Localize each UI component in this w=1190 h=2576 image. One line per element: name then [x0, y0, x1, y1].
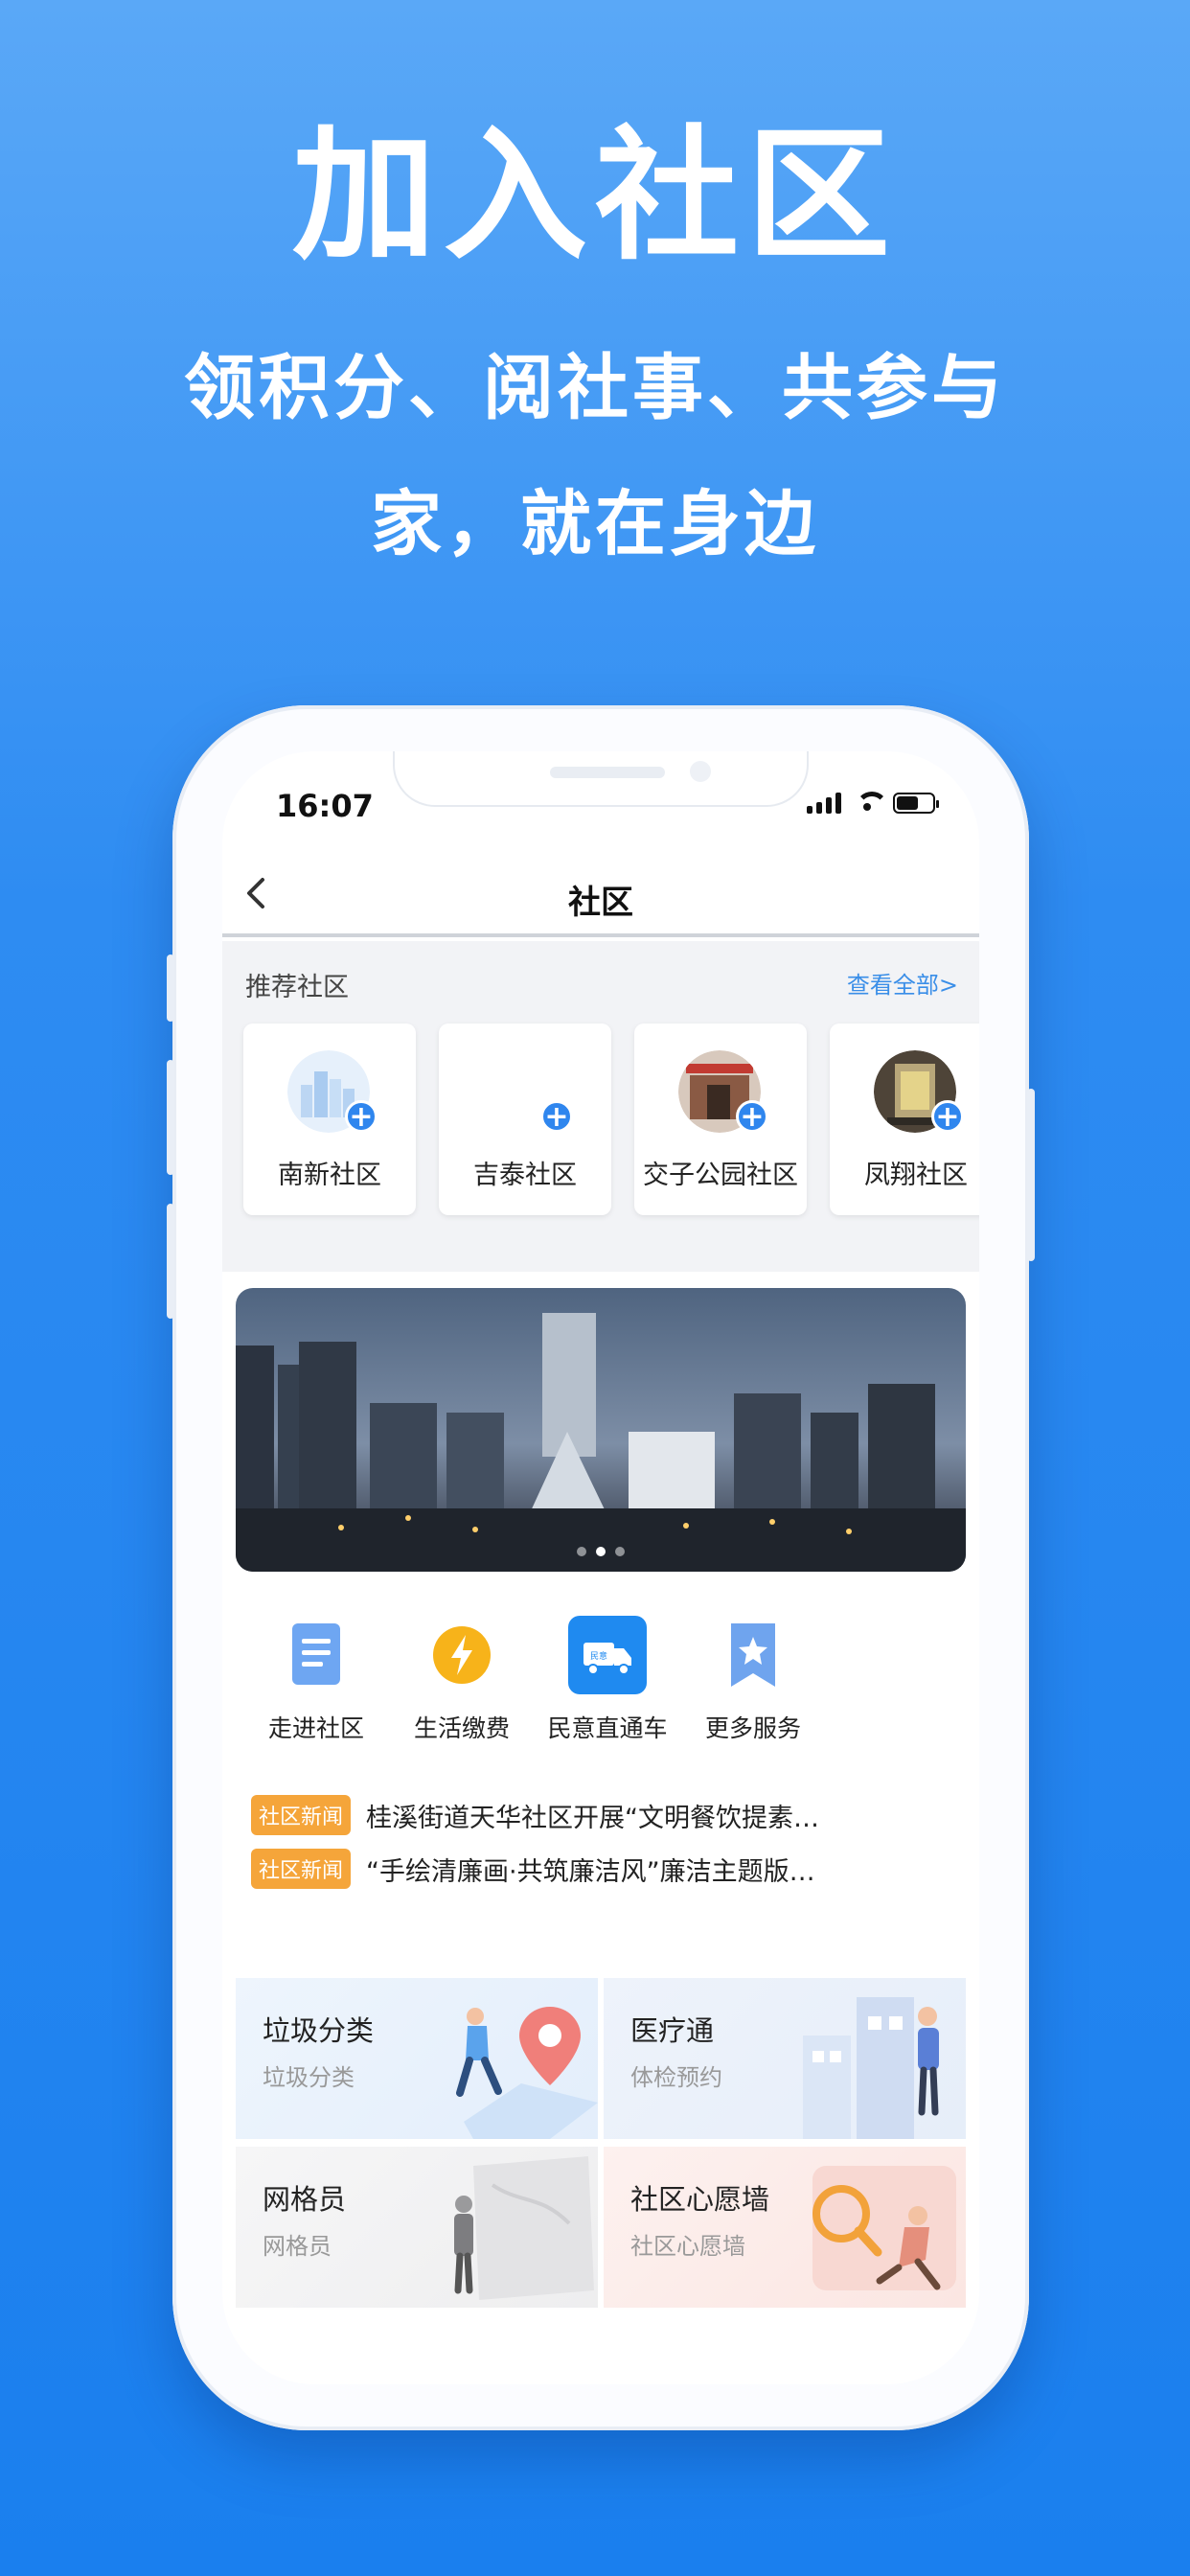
community-list: + 南新社区 + 吉泰社区 + 交子公园社区 + 凤翔社区 [243, 1024, 979, 1215]
tile-subtitle: 社区心愿墙 [630, 2233, 745, 2260]
phone-volume-up [167, 1060, 174, 1175]
service-label: 更多服务 [704, 1714, 801, 1742]
join-plus-icon[interactable]: + [540, 1100, 573, 1133]
section-heading: 推荐社区 [245, 973, 349, 1002]
grid-map-illustration [454, 2156, 594, 2300]
promo-subtitle-line2: 家，就在身边 [371, 483, 819, 565]
document-icon [275, 1614, 357, 1696]
join-plus-icon[interactable]: + [931, 1100, 964, 1133]
signal-icon [807, 793, 841, 814]
status-icons [807, 792, 939, 815]
star-bookmark-icon [712, 1614, 794, 1696]
service-walk-in-community[interactable]: 走进社区 [243, 1614, 389, 1744]
news-ticker: 社区新闻 桂溪街道天华社区开展“文明餐饮提素… 社区新闻 “手绘清廉画·共筑廉洁… [251, 1788, 950, 1896]
battery-icon [893, 793, 939, 814]
community-name: 吉泰社区 [473, 1161, 577, 1190]
phone-power-button [1027, 1089, 1035, 1261]
community-card[interactable]: + 南新社区 [243, 1024, 416, 1215]
city-skyline-image [236, 1288, 966, 1572]
feature-tiles: 垃圾分类 垃圾分类 医疗通 体检预约 网格员 网格员 社区心愿墙 社区心愿墙 [236, 1978, 966, 2308]
carousel-dot [615, 1547, 625, 1556]
tile-garbage-sorting[interactable]: 垃圾分类 垃圾分类 [236, 1978, 598, 2139]
tile-subtitle: 网格员 [263, 2233, 332, 2260]
truck-badge-text: 民意 [590, 1650, 607, 1662]
news-headline: “手绘清廉画·共筑廉洁风”廉洁主题版… [366, 1856, 815, 1887]
tile-medical[interactable]: 医疗通 体检预约 [604, 1978, 966, 2139]
wifi-icon [853, 792, 888, 815]
service-label: 生活缴费 [413, 1714, 510, 1742]
promo-title: 加入社区 [291, 113, 898, 280]
tile-title: 医疗通 [630, 2014, 715, 2047]
carousel-dot-active [596, 1547, 606, 1556]
phone-screen: 16:07 社区 推荐社区 查看全部> + 南新社区 + 吉泰社区 + 交子公园… [222, 751, 979, 2384]
status-time: 16:07 [276, 788, 374, 824]
carousel-indicator [236, 1547, 966, 1556]
page-title: 社区 [568, 884, 633, 922]
news-tag: 社区新闻 [251, 1795, 352, 1835]
community-card[interactable]: + 交子公园社区 [634, 1024, 807, 1215]
community-name: 南新社区 [278, 1161, 381, 1190]
nav-bar: 社区 [222, 857, 979, 937]
phone-volume-down [167, 1204, 174, 1319]
tile-subtitle: 体检预约 [630, 2064, 722, 2091]
phone-frame: 16:07 社区 推荐社区 查看全部> + 南新社区 + 吉泰社区 + 交子公园… [167, 705, 1035, 2430]
carousel-dot [577, 1547, 586, 1556]
front-camera [690, 761, 711, 782]
view-all-link[interactable]: 查看全部> [847, 966, 958, 1000]
hospital-illustration [803, 1997, 939, 2139]
service-grid: 走进社区 生活缴费 民意 民意直通车 更多服务 [243, 1614, 826, 1744]
magnifier-illustration [812, 2166, 956, 2290]
community-name: 交子公园社区 [643, 1161, 798, 1190]
tile-title: 垃圾分类 [263, 2014, 375, 2047]
news-tag: 社区新闻 [251, 1849, 352, 1889]
community-card[interactable]: + 凤翔社区 [830, 1024, 979, 1215]
map-pin-illustration [456, 2007, 598, 2139]
notch [393, 751, 809, 807]
community-card[interactable]: + 吉泰社区 [439, 1024, 611, 1215]
tile-title: 网格员 [263, 2183, 347, 2216]
service-utility-payment[interactable]: 生活缴费 [389, 1614, 535, 1744]
truck-icon: 民意 [566, 1614, 649, 1696]
join-plus-icon[interactable]: + [345, 1100, 378, 1133]
join-plus-icon[interactable]: + [736, 1100, 768, 1133]
status-bar: 16:07 [222, 751, 979, 857]
recommended-section: 推荐社区 查看全部> + 南新社区 + 吉泰社区 + 交子公园社区 + 凤翔社区 [222, 941, 979, 1272]
news-headline: 桂溪街道天华社区开展“文明餐饮提素… [366, 1803, 820, 1833]
tile-subtitle: 垃圾分类 [263, 2064, 355, 2091]
news-item[interactable]: 社区新闻 桂溪街道天华社区开展“文明餐饮提素… [251, 1788, 950, 1842]
service-public-opinion[interactable]: 民意 民意直通车 [535, 1614, 680, 1744]
lightning-icon [421, 1614, 503, 1696]
speaker-grille [550, 767, 665, 778]
news-item[interactable]: 社区新闻 “手绘清廉画·共筑廉洁风”廉洁主题版… [251, 1842, 950, 1896]
service-more[interactable]: 更多服务 [680, 1614, 826, 1744]
tile-grid-worker[interactable]: 网格员 网格员 [236, 2147, 598, 2308]
service-label: 民意直通车 [547, 1714, 668, 1742]
tile-wish-wall[interactable]: 社区心愿墙 社区心愿墙 [604, 2147, 966, 2308]
tile-title: 社区心愿墙 [630, 2183, 770, 2216]
promo-subtitle-line1: 领积分、阅社事、共参与 [184, 347, 1006, 429]
banner-carousel[interactable] [236, 1288, 966, 1572]
community-name: 凤翔社区 [864, 1161, 968, 1190]
service-label: 走进社区 [267, 1714, 364, 1742]
phone-mute-switch [167, 954, 174, 1022]
